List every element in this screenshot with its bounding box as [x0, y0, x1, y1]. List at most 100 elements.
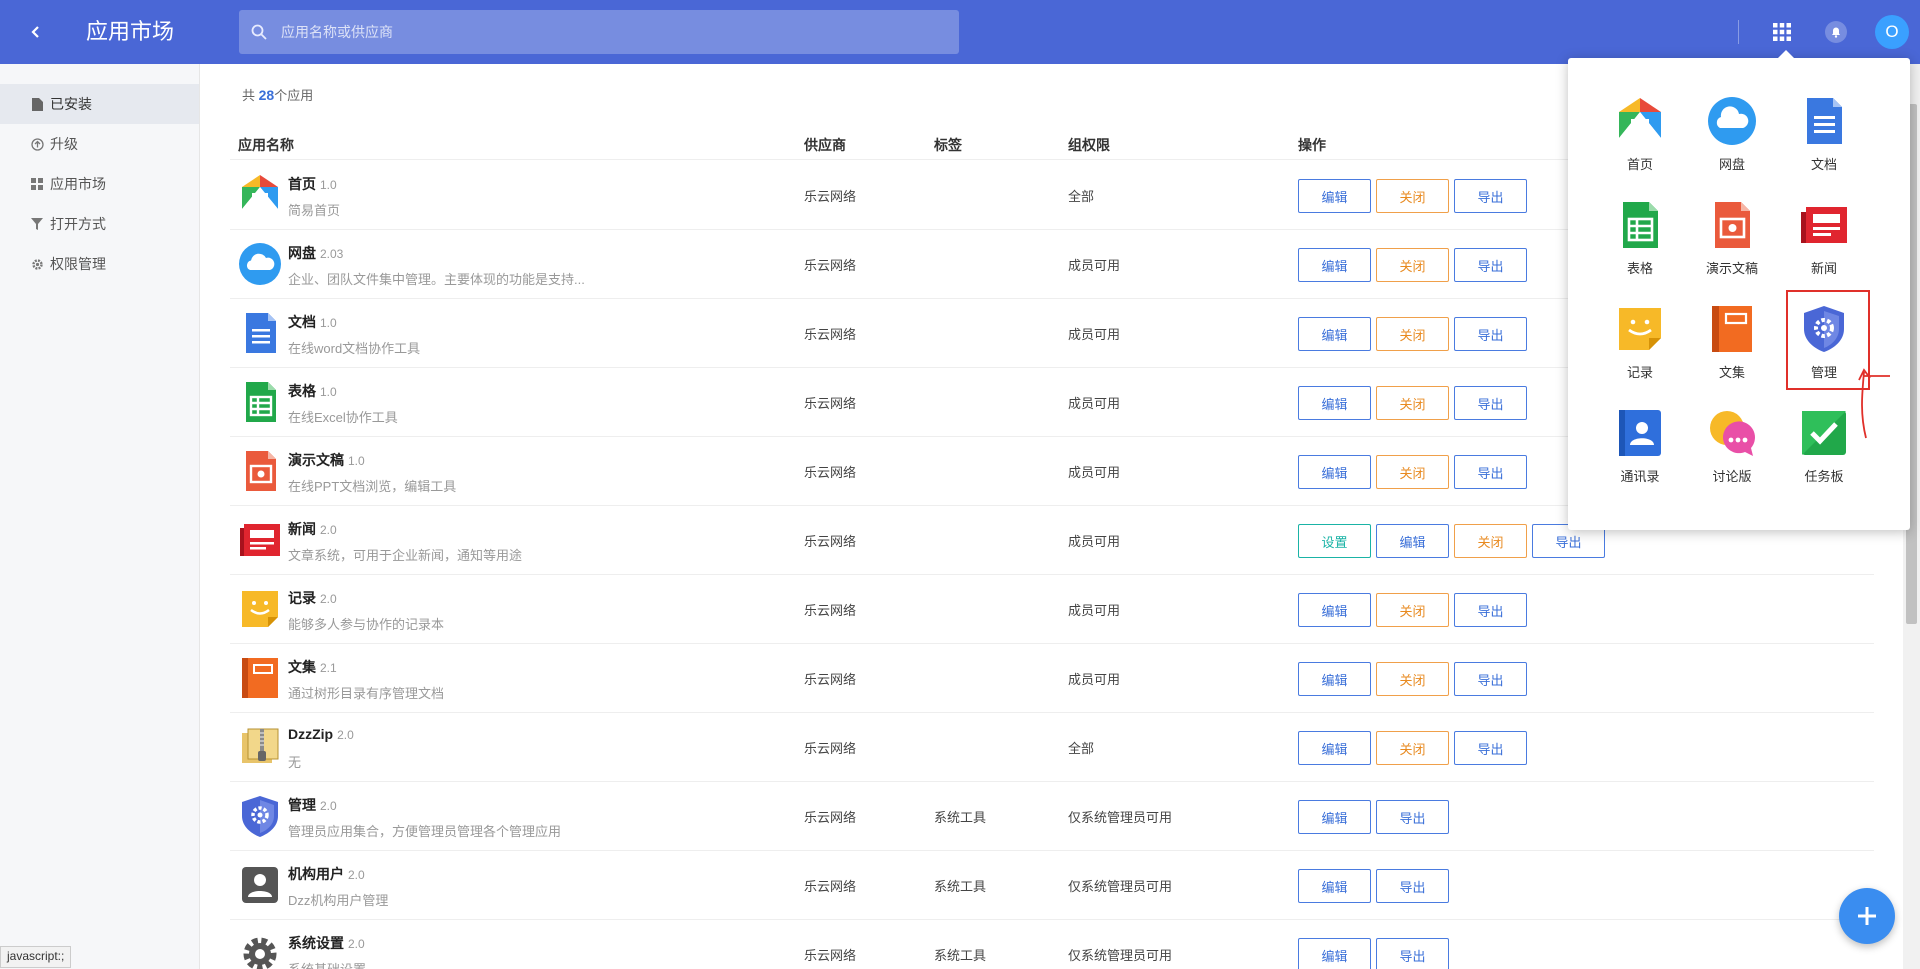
edit-button[interactable]: 编辑 — [1298, 869, 1371, 903]
close-button[interactable]: 关闭 — [1376, 731, 1449, 765]
sheet-app-icon — [1623, 202, 1658, 248]
drawer-app-ppt[interactable]: 演示文稿 — [1687, 194, 1777, 290]
drawer-app-news[interactable]: 新闻 — [1779, 194, 1869, 290]
close-button[interactable]: 关闭 — [1376, 179, 1449, 213]
app-tag: 系统工具 — [934, 948, 987, 963]
edit-button[interactable]: 编辑 — [1298, 248, 1371, 282]
search-input[interactable] — [281, 24, 921, 40]
edit-button[interactable]: 编辑 — [1298, 386, 1371, 420]
sidebar: 已安装 升级 应用市场 打开方式 权限管理 — [0, 64, 200, 969]
export-button[interactable]: 导出 — [1454, 662, 1527, 696]
export-button[interactable]: 导出 — [1454, 248, 1527, 282]
admin-app-icon — [238, 794, 282, 838]
edit-button[interactable]: 编辑 — [1298, 662, 1371, 696]
edit-button[interactable]: 编辑 — [1298, 800, 1371, 834]
app-desc: 无 — [288, 755, 302, 770]
drawer-app-book[interactable]: 文集 — [1687, 298, 1777, 394]
app-version: 1.0 — [320, 178, 337, 192]
sidebar-item-installed[interactable]: 已安装 — [0, 84, 199, 124]
page-title: 应用市场 — [86, 19, 175, 44]
apps-grid-icon[interactable] — [1768, 18, 1796, 46]
app-vendor: 乐云网络 — [804, 327, 857, 342]
app-desc: 在线word文档协作工具 — [288, 341, 421, 356]
app-vendor: 乐云网络 — [804, 396, 857, 411]
back-icon[interactable] — [22, 18, 50, 46]
app-version: 1.0 — [320, 385, 337, 399]
sidebar-item-permissions[interactable]: 权限管理 — [0, 244, 199, 284]
note-app-icon — [238, 587, 282, 631]
doc-app-icon — [238, 311, 282, 355]
app-vendor: 乐云网络 — [804, 465, 857, 480]
app-desc: 简易首页 — [288, 203, 341, 218]
sidebar-item-upgrade[interactable]: 升级 — [0, 124, 199, 164]
app-tag: 系统工具 — [934, 810, 987, 825]
app-version: 2.1 — [320, 661, 337, 675]
add-app-button[interactable] — [1839, 888, 1895, 944]
table-row: 机构用户 2.0 Dzz机构用户管理 乐云网络 系统工具 仅系统管理员可用 编辑 … — [230, 851, 1874, 920]
sidebar-item-label: 打开方式 — [50, 216, 106, 232]
table-row: DzzZip 2.0 无 乐云网络 全部 编辑 关闭 导出 — [230, 713, 1874, 782]
edit-button[interactable]: 编辑 — [1298, 179, 1371, 213]
export-button[interactable]: 导出 — [1376, 800, 1449, 834]
export-button[interactable]: 导出 — [1454, 386, 1527, 420]
col-tag: 标签 — [934, 137, 962, 153]
export-button[interactable]: 导出 — [1454, 731, 1527, 765]
search-box[interactable] — [239, 10, 959, 54]
note-app-icon — [1619, 308, 1661, 350]
sheet-app-icon — [238, 380, 282, 424]
edit-button[interactable]: 编辑 — [1298, 593, 1371, 627]
app-vendor: 乐云网络 — [804, 879, 857, 894]
drawer-app-note[interactable]: 记录 — [1595, 298, 1685, 394]
export-button[interactable]: 导出 — [1454, 317, 1527, 351]
app-desc: 企业、团队文件集中管理。主要体现的功能是支持... — [288, 272, 585, 287]
plus-icon — [1858, 907, 1876, 925]
app-perm: 成员可用 — [1068, 396, 1121, 411]
edit-button[interactable]: 编辑 — [1298, 317, 1371, 351]
app-perm: 成员可用 — [1068, 258, 1121, 273]
edit-button[interactable]: 编辑 — [1298, 938, 1371, 969]
app-perm: 仅系统管理员可用 — [1068, 948, 1173, 963]
settings-button[interactable]: 设置 — [1298, 524, 1371, 558]
close-button[interactable]: 关闭 — [1376, 248, 1449, 282]
export-button[interactable]: 导出 — [1376, 938, 1449, 969]
drawer-app-contacts[interactable]: 通讯录 — [1595, 402, 1685, 498]
edit-button[interactable]: 编辑 — [1376, 524, 1449, 558]
close-button[interactable]: 关闭 — [1376, 386, 1449, 420]
export-button[interactable]: 导出 — [1454, 593, 1527, 627]
top-bar: 应用市场 O — [0, 0, 1920, 64]
avatar[interactable]: O — [1875, 15, 1909, 49]
close-button[interactable]: 关闭 — [1376, 593, 1449, 627]
drawer-app-home[interactable]: 首页 — [1595, 90, 1685, 186]
app-version: 2.0 — [337, 728, 354, 742]
app-version: 2.03 — [320, 247, 344, 261]
app-name: 新闻 — [288, 521, 316, 537]
drawer-app-cloud[interactable]: 网盘 — [1687, 90, 1777, 186]
sidebar-item-market[interactable]: 应用市场 — [0, 164, 199, 204]
app-version: 2.0 — [348, 937, 365, 951]
edit-button[interactable]: 编辑 — [1298, 455, 1371, 489]
table-row: 文集 2.1 通过树形目录有序管理文档 乐云网络 成员可用 编辑 关闭 导出 — [230, 644, 1874, 713]
close-button[interactable]: 关闭 — [1376, 455, 1449, 489]
drawer-app-sheet[interactable]: 表格 — [1595, 194, 1685, 290]
app-desc: 能够多人参与协作的记录本 — [288, 617, 445, 632]
close-button[interactable]: 关闭 — [1454, 524, 1527, 558]
app-perm: 全部 — [1068, 189, 1095, 204]
app-perm: 全部 — [1068, 741, 1095, 756]
drawer-app-doc[interactable]: 文档 — [1779, 90, 1869, 186]
system-settings-app-icon — [238, 932, 282, 969]
export-button[interactable]: 导出 — [1454, 179, 1527, 213]
export-button[interactable]: 导出 — [1376, 869, 1449, 903]
sidebar-item-open-mode[interactable]: 打开方式 — [0, 204, 199, 244]
bell-icon[interactable] — [1822, 18, 1850, 46]
close-button[interactable]: 关闭 — [1376, 317, 1449, 351]
divider — [1738, 20, 1739, 44]
drawer-app-discuss[interactable]: 讨论版 — [1687, 402, 1777, 498]
sidebar-item-label: 已安装 — [50, 96, 92, 112]
app-vendor: 乐云网络 — [804, 948, 857, 963]
app-name: 首页 — [288, 176, 316, 192]
app-desc: 在线Excel协作工具 — [288, 410, 398, 425]
close-button[interactable]: 关闭 — [1376, 662, 1449, 696]
home-app-icon — [238, 173, 282, 217]
export-button[interactable]: 导出 — [1454, 455, 1527, 489]
edit-button[interactable]: 编辑 — [1298, 731, 1371, 765]
